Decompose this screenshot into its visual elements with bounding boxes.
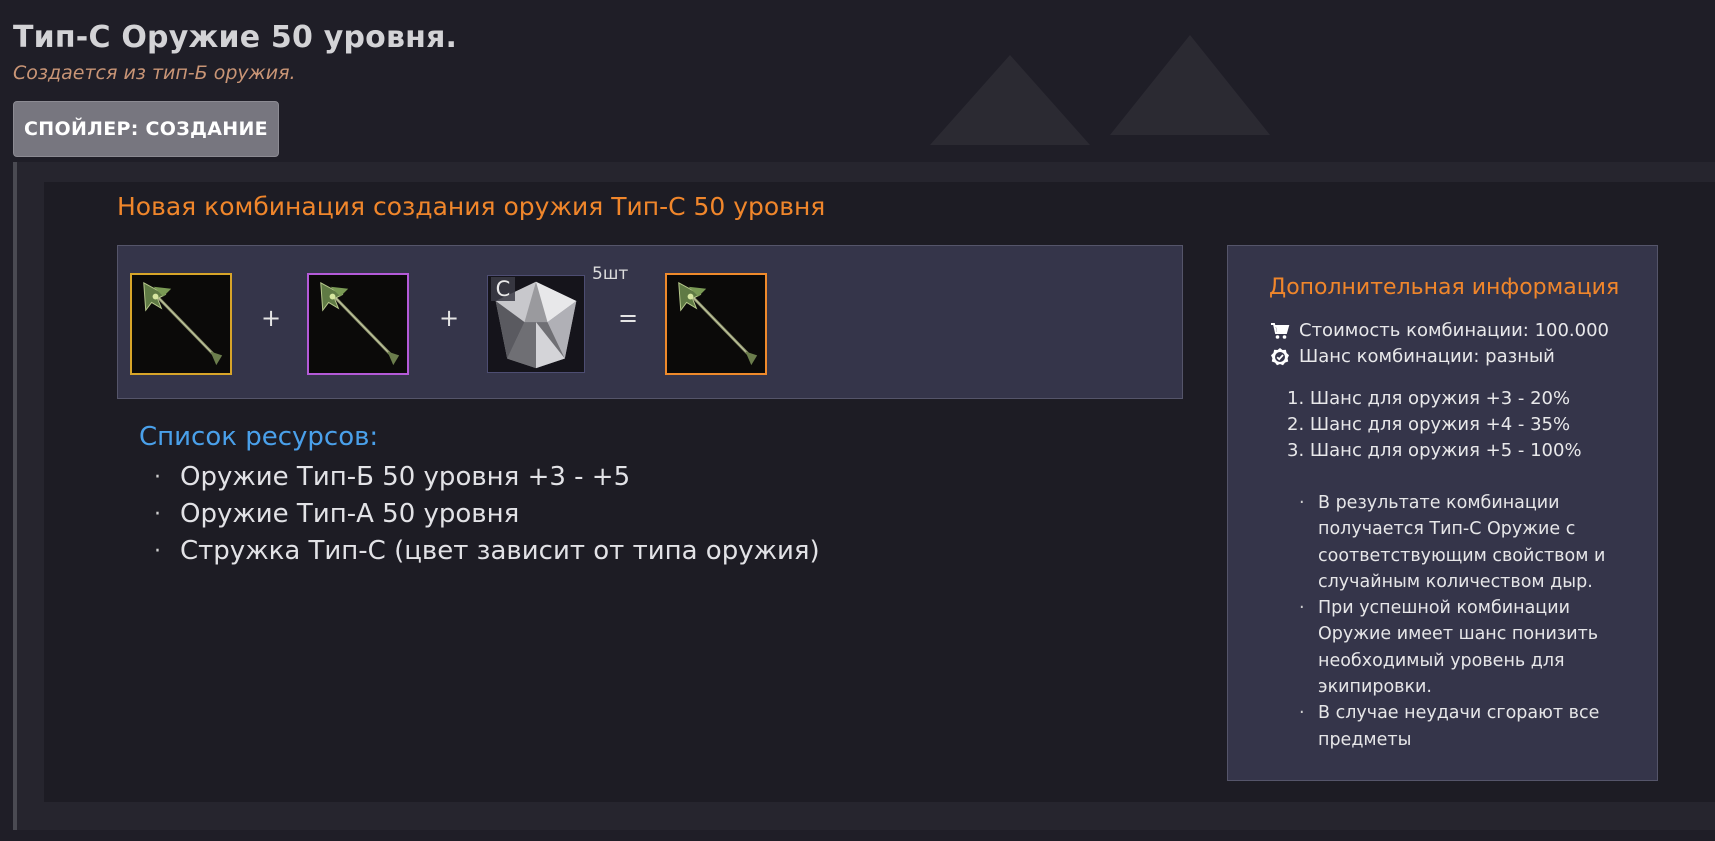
spoiler-content: Новая комбинация создания оружия Тип-С 5… [13,162,1715,830]
spoiler-inner-panel: Новая комбинация создания оружия Тип-С 5… [44,182,1715,802]
grade-badge: C [491,277,515,301]
resource-item: Оружие Тип-А 50 уровня [154,496,820,533]
note-item: В результате комбинации получается Тип-С… [1299,490,1644,595]
resources-list: Оружие Тип-Б 50 уровня +3 - +5 Оружие Ти… [154,459,820,570]
page-title: Тип-С Оружие 50 уровня. [13,20,458,55]
spear-weapon-icon [309,275,407,373]
note-item: В случае неудачи сгорают все предметы [1299,700,1644,753]
cost-row: Стоимость комбинации: 100.000 [1270,320,1609,341]
spear-weapon-icon [132,275,230,373]
background-watermark [930,35,1270,145]
badge-check-icon [1271,347,1289,365]
chance-text: Шанс комбинации: разный [1299,346,1555,367]
plus-operator: + [439,304,460,332]
item-slot-weapon-b[interactable] [130,273,232,375]
item-slot-crystal[interactable]: C [487,275,585,373]
combination-formula: + + C 5шт = [117,245,1183,399]
item-slot-weapon-a[interactable] [307,273,409,375]
info-title: Дополнительная информация [1269,275,1620,300]
chance-item: 2. Шанс для оружия +4 - 35% [1287,414,1571,435]
info-notes: В результате комбинации получается Тип-С… [1299,490,1644,753]
chance-list: 1. Шанс для оружия +3 - 20% 2. Шанс для … [1287,386,1582,464]
chance-row: Шанс комбинации: разный [1270,346,1555,367]
spoiler-toggle-button[interactable]: СПОЙЛЕР: СОЗДАНИЕ [13,101,279,157]
resource-item: Оружие Тип-Б 50 уровня +3 - +5 [154,459,820,496]
item-slot-result-weapon-c[interactable] [665,273,767,375]
page-subtitle: Создается из тип-Б оружия. [13,62,296,84]
chance-item: 1. Шанс для оружия +3 - 20% [1287,388,1571,409]
item-quantity: 5шт [592,264,629,284]
resource-item: Стружка Тип-С (цвет зависит от типа оруж… [154,533,820,570]
resources-title: Список ресурсов: [139,422,379,452]
note-item: При успешной комбинации Оружие имеет шан… [1299,595,1644,700]
equals-operator: = [618,304,639,332]
additional-info-panel: Дополнительная информация Стоимость комб… [1227,245,1658,781]
cost-text: Стоимость комбинации: 100.000 [1299,320,1609,341]
spear-weapon-icon [667,275,765,373]
plus-operator: + [261,304,282,332]
cart-icon [1271,322,1290,339]
combination-title: Новая комбинация создания оружия Тип-С 5… [117,192,826,221]
chance-item: 3. Шанс для оружия +5 - 100% [1287,440,1582,461]
